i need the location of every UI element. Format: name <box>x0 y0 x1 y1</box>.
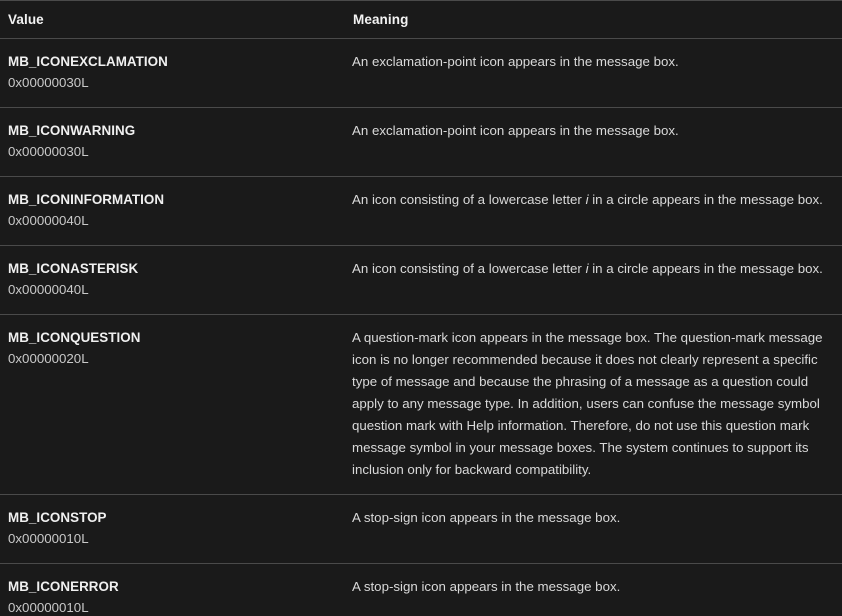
constant-hex-value: 0x00000010L <box>8 531 89 546</box>
table-row: MB_ICONQUESTION 0x00000020L A question-mar… <box>0 314 842 495</box>
meaning-text: An exclamation-point icon appears in the… <box>352 51 834 73</box>
meaning-text: An icon consisting of a lowercase letter… <box>352 258 834 280</box>
table-header: Value Meaning <box>0 0 842 39</box>
column-header-meaning: Meaning <box>345 0 842 39</box>
constant-name: MB_ICONERROR <box>8 579 119 594</box>
constant-name: MB_ICONEXCLAMATION <box>8 54 168 69</box>
meaning-text: An exclamation-point icon appears in the… <box>352 120 834 142</box>
constant-hex-value: 0x00000030L <box>8 144 89 159</box>
meaning-cell: An icon consisting of a lowercase letter… <box>345 176 842 246</box>
constant-name: MB_ICONINFORMATION <box>8 192 165 207</box>
constant-name: MB_ICONWARNING <box>8 123 136 138</box>
meaning-text-post: in a circle appears in the message box. <box>588 192 823 207</box>
table-row: MB_ICONWARNING 0x00000030L An exclamation-… <box>0 107 842 177</box>
table-row: MB_ICONASTERISK 0x00000040L An icon consis… <box>0 245 842 315</box>
table-row: MB_ICONINFORMATION 0x00000040L An icon con… <box>0 176 842 246</box>
meaning-cell: A stop-sign icon appears in the message … <box>345 563 842 616</box>
value-cell: MB_ICONQUESTION 0x00000020L <box>0 314 345 495</box>
constant-hex-value: 0x00000020L <box>8 351 89 366</box>
meaning-cell: A stop-sign icon appears in the message … <box>345 494 842 564</box>
meaning-text: A stop-sign icon appears in the message … <box>352 507 834 529</box>
constant-name: MB_ICONSTOP <box>8 510 107 525</box>
table-row: MB_ICONEXCLAMATION 0x00000030L An exclamat… <box>0 38 842 108</box>
message-box-icon-flags-table: Value Meaning MB_ICONEXCLAMATION 0x000000… <box>0 0 842 616</box>
constant-hex-value: 0x00000040L <box>8 282 89 297</box>
meaning-text-pre: An exclamation-point icon appears in the… <box>352 54 679 69</box>
table-row: MB_ICONSTOP 0x00000010L A stop-sign icon a… <box>0 494 842 564</box>
meaning-cell: An icon consisting of a lowercase letter… <box>345 245 842 315</box>
constant-name: MB_ICONASTERISK <box>8 261 139 276</box>
constant-hex-value: 0x00000010L <box>8 600 89 615</box>
meaning-text-pre: An icon consisting of a lowercase letter <box>352 192 586 207</box>
value-cell: MB_ICONASTERISK 0x00000040L <box>0 245 345 315</box>
constant-hex-value: 0x00000040L <box>8 213 89 228</box>
value-cell: MB_ICONEXCLAMATION 0x00000030L <box>0 38 345 108</box>
meaning-text-pre: A stop-sign icon appears in the message … <box>352 579 621 594</box>
meaning-text-post: in a circle appears in the message box. <box>588 261 823 276</box>
meaning-text-pre: A question-mark icon appears in the mess… <box>352 330 823 477</box>
meaning-text-pre: An icon consisting of a lowercase letter <box>352 261 586 276</box>
meaning-cell: An exclamation-point icon appears in the… <box>345 107 842 177</box>
table-header-row: Value Meaning <box>0 0 842 39</box>
constant-name: MB_ICONQUESTION <box>8 330 141 345</box>
meaning-text: A question-mark icon appears in the mess… <box>352 327 834 481</box>
value-cell: MB_ICONSTOP 0x00000010L <box>0 494 345 564</box>
meaning-text-pre: An exclamation-point icon appears in the… <box>352 123 679 138</box>
value-cell: MB_ICONERROR 0x00000010L <box>0 563 345 616</box>
column-header-value: Value <box>0 0 345 39</box>
meaning-text-pre: A stop-sign icon appears in the message … <box>352 510 621 525</box>
meaning-cell: A question-mark icon appears in the mess… <box>345 314 842 495</box>
meaning-text: A stop-sign icon appears in the message … <box>352 576 834 598</box>
constant-hex-value: 0x00000030L <box>8 75 89 90</box>
meaning-cell: An exclamation-point icon appears in the… <box>345 38 842 108</box>
meaning-text: An icon consisting of a lowercase letter… <box>352 189 834 211</box>
value-cell: MB_ICONINFORMATION 0x00000040L <box>0 176 345 246</box>
value-cell: MB_ICONWARNING 0x00000030L <box>0 107 345 177</box>
table-row: MB_ICONERROR 0x00000010L A stop-sign icon … <box>0 563 842 616</box>
table-body: MB_ICONEXCLAMATION 0x00000030L An exclamat… <box>0 38 842 616</box>
